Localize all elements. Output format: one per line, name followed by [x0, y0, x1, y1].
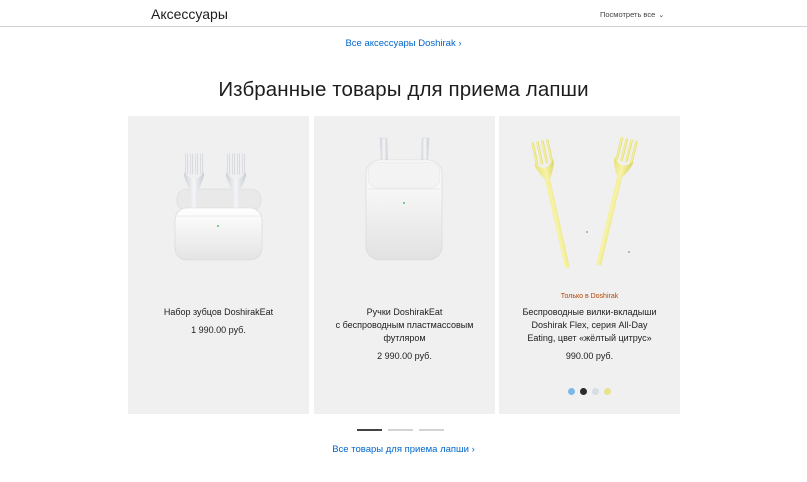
view-all-label: Посмотреть все — [600, 10, 656, 19]
product-price-2: 2 990.00 руб. — [377, 351, 432, 361]
carousel-dot-3[interactable] — [419, 429, 444, 431]
all-noodle-products-link[interactable]: Все товары для приема лапши › — [332, 444, 475, 455]
exclusive-badge: Только в Doshirak — [560, 293, 619, 300]
chevron-down-icon: ⌄ — [658, 12, 665, 19]
carousel-dot-1[interactable] — [357, 429, 382, 431]
swatch-blue[interactable] — [568, 388, 575, 395]
page-title: Аксессуары — [151, 6, 228, 22]
swatch-black[interactable] — [580, 388, 587, 395]
product-name-3: Беспроводные вилки-вкладыши Doshirak Fle… — [522, 307, 657, 343]
swatch-yellow[interactable] — [604, 388, 611, 395]
product-image-3 — [499, 132, 680, 292]
all-noodle-products-row: Все товары для приема лапши › — [0, 444, 807, 455]
view-all-link[interactable]: Посмотреть все ⌄ — [600, 10, 664, 19]
all-accessories-link[interactable]: Все аксессуары Doshirak › — [345, 38, 461, 49]
product-name-1: Набор зубцов DoshirakEat — [163, 307, 274, 317]
case-forks-open-icon — [174, 153, 263, 261]
case-forks-closed-icon — [365, 137, 443, 261]
section-heading: Избранные товары для приема лапши — [218, 78, 589, 101]
product-card-2[interactable]: Ручки DoshirakEat с беспроводным пластма… — [314, 116, 495, 414]
color-swatches — [499, 388, 680, 395]
yellow-forks-icon — [531, 136, 638, 269]
carousel-pagination — [357, 429, 450, 431]
all-accessories-row: Все аксессуары Doshirak › — [0, 38, 807, 49]
product-price-3: 990.00 руб. — [565, 351, 614, 361]
product-price-1: 1 990.00 руб. — [191, 325, 246, 335]
product-image-2 — [314, 136, 495, 296]
swatch-silver[interactable] — [592, 388, 599, 395]
product-card-3[interactable]: Только в Doshirak Беспроводные вилки-вкл… — [499, 116, 680, 414]
sticky-header: Аксессуары Посмотреть все ⌄ — [0, 0, 807, 27]
product-name-2: Ручки DoshirakEat с беспроводным пластма… — [335, 307, 474, 343]
product-card-1[interactable]: Набор зубцов DoshirakEat 1 990.00 руб. — [128, 116, 309, 414]
carousel-dot-2[interactable] — [388, 429, 413, 431]
product-image-1 — [128, 136, 309, 296]
